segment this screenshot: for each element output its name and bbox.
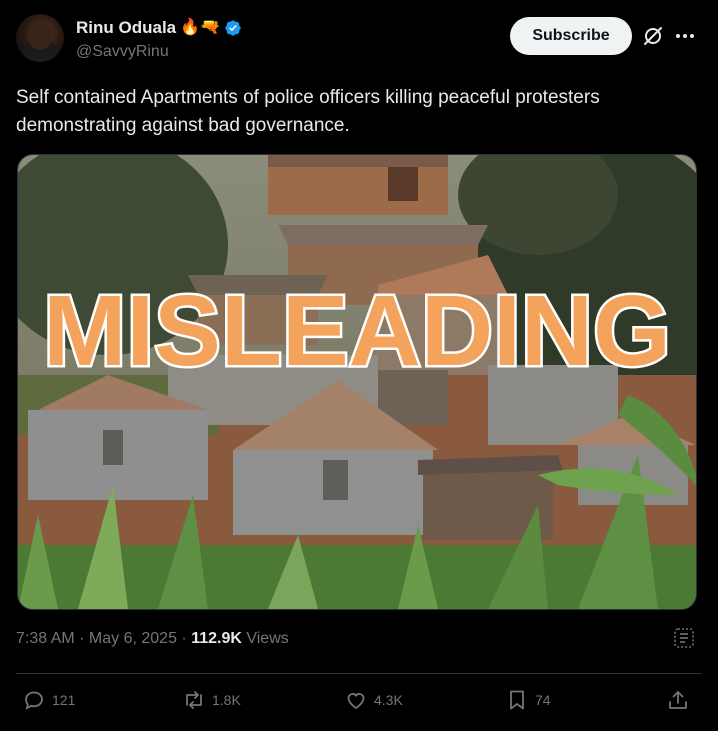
avatar[interactable] bbox=[16, 14, 64, 62]
divider bbox=[16, 673, 702, 674]
tweet-date[interactable]: May 6, 2025 bbox=[89, 630, 177, 647]
repost-button[interactable]: 1.8K bbox=[182, 688, 241, 712]
repost-icon bbox=[186, 691, 202, 709]
author-name[interactable]: Rinu Oduala bbox=[76, 18, 176, 38]
repost-count: 1.8K bbox=[212, 692, 241, 708]
tweet-header: Rinu Oduala 🔥🔫 @SavvyRinu Subscribe bbox=[0, 0, 718, 80]
misleading-overlay-text: MISLEADING bbox=[43, 275, 671, 387]
reply-count: 121 bbox=[52, 692, 76, 708]
grok-icon[interactable] bbox=[641, 24, 665, 48]
meta-separator: · bbox=[74, 630, 89, 647]
verified-badge-icon[interactable] bbox=[224, 19, 242, 37]
heart-icon bbox=[347, 693, 365, 710]
bookmark-icon bbox=[510, 690, 524, 710]
author-handle[interactable]: @SavvyRinu bbox=[76, 43, 169, 61]
author-name-row: Rinu Oduala 🔥🔫 bbox=[76, 18, 242, 38]
tweet-image[interactable]: MISLEADING bbox=[17, 154, 697, 610]
meta-separator-2: · bbox=[176, 630, 192, 647]
like-button[interactable]: 4.3K bbox=[344, 688, 403, 712]
bookmark-button[interactable]: 74 bbox=[505, 688, 551, 712]
reply-icon bbox=[25, 691, 43, 710]
more-options-icon[interactable] bbox=[672, 24, 698, 48]
reply-button[interactable]: 121 bbox=[22, 688, 75, 712]
tweet-time[interactable]: 7:38 AM bbox=[16, 630, 75, 647]
village-photo: MISLEADING bbox=[18, 155, 696, 609]
action-bar: 121 1.8K 4.3K 74 bbox=[0, 688, 718, 718]
share-button[interactable] bbox=[666, 688, 690, 712]
analytics-icon[interactable] bbox=[672, 626, 696, 650]
views-count: 112.9K bbox=[191, 630, 242, 647]
like-count: 4.3K bbox=[374, 692, 403, 708]
views-label: Views bbox=[241, 630, 289, 647]
bookmark-count: 74 bbox=[535, 692, 551, 708]
tweet-meta: 7:38 AM · May 6, 2025 · 112.9K Views bbox=[16, 630, 289, 648]
tweet-text: Self contained Apartments of police offi… bbox=[16, 87, 600, 136]
share-icon bbox=[669, 691, 687, 709]
subscribe-button[interactable]: Subscribe bbox=[510, 17, 632, 55]
author-emoji: 🔥🔫 bbox=[180, 19, 220, 36]
